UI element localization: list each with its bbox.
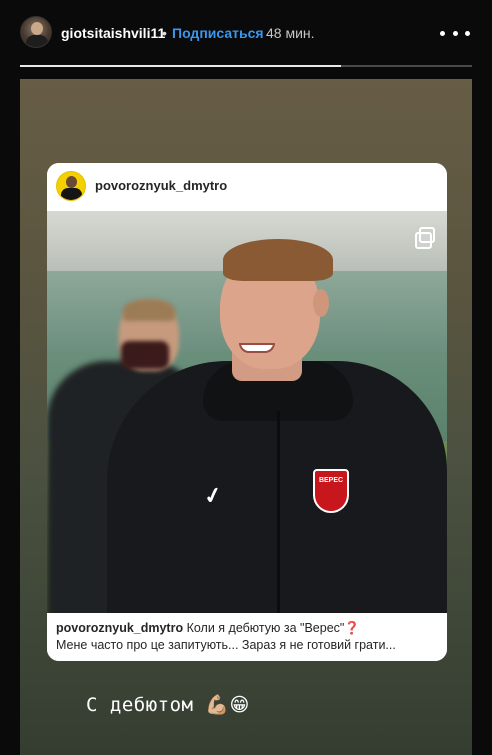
- jacket-zipper: [277, 411, 280, 613]
- post-avatar-head: [66, 176, 77, 188]
- caption-text: Коли я дебютую за "Верес": [183, 621, 345, 635]
- question-mark-emoji: ❓: [344, 621, 360, 635]
- story-timestamp: 48 мин.: [266, 25, 315, 41]
- story-emoji: 💪🏼😁: [205, 694, 250, 716]
- story-text-overlay: С дебютом 💪🏼😁: [86, 693, 250, 716]
- club-crest-text: ВЕРЕС: [318, 477, 344, 484]
- story-progress-fill: [20, 65, 341, 67]
- avatar-body: [26, 35, 48, 47]
- story-author-avatar[interactable]: [20, 16, 52, 48]
- subscribe-button[interactable]: Подписаться: [172, 25, 264, 41]
- carousel-icon: [415, 227, 435, 249]
- background-person-mask: [121, 341, 169, 369]
- ellipsis-dot: [440, 30, 445, 36]
- post-caption: povoroznyuk_dmytro Коли я дебютую за "Ве…: [47, 613, 447, 661]
- background-person-hair: [123, 299, 175, 321]
- ellipsis-dot: [465, 30, 470, 36]
- story-text: С дебютом: [86, 694, 206, 716]
- player-hair: [223, 239, 333, 281]
- story-author-username[interactable]: giotsitaishvili11: [61, 25, 165, 41]
- caption-first-line: povoroznyuk_dmytro Коли я дебютую за "Ве…: [56, 621, 438, 636]
- player-ear: [313, 289, 329, 317]
- story-progress-bar: [20, 65, 472, 67]
- post-avatar-body: [61, 188, 82, 200]
- player-smile: [239, 343, 275, 353]
- post-photo[interactable]: ✓ ВЕРЕС: [47, 211, 447, 613]
- caption-second-line: Мене часто про це запитують... Зараз я н…: [56, 638, 396, 652]
- separator-dot: •: [162, 25, 167, 41]
- post-author-username[interactable]: povoroznyuk_dmytro: [95, 178, 227, 193]
- ellipsis-dot: [452, 30, 458, 36]
- club-crest-icon: ВЕРЕС: [313, 469, 349, 513]
- post-header: povoroznyuk_dmytro: [47, 163, 447, 211]
- post-author-avatar[interactable]: [56, 171, 86, 201]
- story-header: giotsitaishvili11 • Подписаться 48 мин.: [0, 0, 492, 70]
- caption-username[interactable]: povoroznyuk_dmytro: [56, 621, 183, 635]
- ellipsis-icon[interactable]: [440, 24, 470, 42]
- avatar-head: [31, 22, 43, 35]
- shared-post-card[interactable]: povoroznyuk_dmytro ✓ ВЕРЕС povoroznyuk_d…: [47, 163, 447, 661]
